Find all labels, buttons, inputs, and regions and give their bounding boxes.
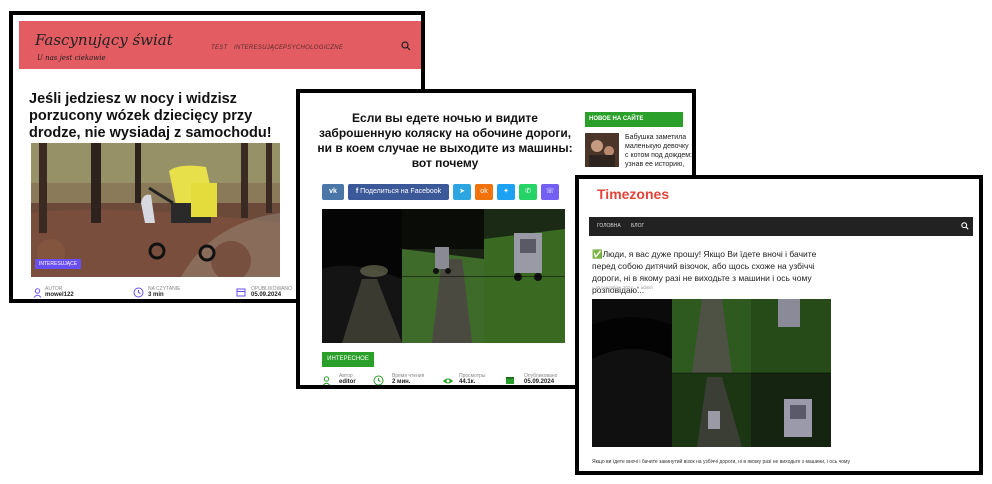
- facebook-share-label: Поделиться на Facebook: [360, 188, 442, 195]
- nav-item-home[interactable]: ГОЛОВНА: [597, 223, 621, 229]
- article-video-collage[interactable]: [322, 209, 565, 343]
- meta-value: 3 min: [148, 292, 164, 298]
- meta-published: Опубликовано 05.09.2024: [524, 373, 557, 385]
- category-badge[interactable]: INTERESUJĄCE: [35, 259, 82, 269]
- sidebar-thumbnail[interactable]: [585, 133, 619, 167]
- site-title[interactable]: Fascynujący świat: [35, 31, 173, 49]
- meta-value: editor: [339, 379, 356, 385]
- meta-views: Просмотры 44.1к.: [459, 373, 485, 385]
- meta-reading-time: Время чтения 2 мин.: [392, 373, 424, 385]
- clock-icon: [133, 287, 144, 298]
- viber-share-button[interactable]: ☏: [541, 184, 559, 200]
- meta-published: OPUBLIKOWANO 05.09.2024: [251, 286, 292, 298]
- meta-value: 05.09.2024: [524, 379, 555, 385]
- meta-value: 05.09.2024: [251, 292, 282, 298]
- site-brand[interactable]: Timezones: [597, 186, 669, 202]
- user-icon: [322, 376, 331, 385]
- sidebar-heading: НОВОЕ НА САЙТЕ: [585, 112, 683, 127]
- meta-value: 2 мин.: [392, 379, 411, 385]
- site-header: Fascynujący świat U nas jest ciekawie TE…: [19, 21, 421, 69]
- facebook-share-button[interactable]: f Поделиться на Facebook: [348, 184, 449, 200]
- odnoklassniki-share-button[interactable]: ok: [475, 184, 493, 200]
- article-video-collage[interactable]: [592, 299, 831, 447]
- meta-author: AUTOR mowel122: [45, 286, 74, 298]
- odnoklassniki-icon: ok: [480, 188, 488, 195]
- facebook-icon: f: [355, 188, 359, 195]
- article-headline[interactable]: Jeśli jedziesz w nocy i widzisz porzucon…: [29, 91, 291, 142]
- site-tagline: U nas jest ciekawie: [37, 54, 106, 62]
- user-icon: [33, 288, 42, 298]
- nav-item-blog[interactable]: БЛОГ: [631, 223, 644, 229]
- twitter-icon: ✦: [503, 188, 509, 195]
- whatsapp-share-button[interactable]: ✆: [519, 184, 537, 200]
- nav-item-psychologiczne[interactable]: PSYCHOLOGICZNE: [283, 45, 343, 51]
- top-navbar: ГОЛОВНА БЛОГ: [589, 217, 973, 236]
- sidebar-item-link[interactable]: Бабушка заметила маленькую девочку с кот…: [625, 133, 692, 169]
- calendar-icon: [236, 288, 246, 297]
- ukrainian-article-card: Timezones ГОЛОВНА БЛОГ ✅Люди, я вас дуже…: [575, 175, 983, 475]
- telegram-share-button[interactable]: ➤: [453, 184, 471, 200]
- article-image[interactable]: [31, 143, 280, 277]
- twitter-share-button[interactable]: ✦: [497, 184, 515, 200]
- nav-item-test[interactable]: TEST: [211, 45, 228, 51]
- eye-icon: [443, 378, 453, 384]
- vk-icon: vk: [329, 188, 337, 195]
- nav-item-interesujace[interactable]: INTERESUJĄCE: [234, 45, 283, 51]
- meta-value: 44.1к.: [459, 379, 476, 385]
- search-icon[interactable]: [961, 222, 969, 230]
- meta-author: Автор editor: [339, 373, 356, 385]
- category-button[interactable]: ИНТЕРЕСНОЕ: [322, 352, 374, 367]
- telegram-icon: ➤: [459, 188, 465, 195]
- calendar-icon: ▫: [592, 285, 594, 290]
- article-headline[interactable]: Если вы едете ночью и видите заброшенную…: [316, 111, 574, 171]
- article-submeta: ▫ 10 сентября, 2024 ● admin: [592, 285, 653, 290]
- search-icon[interactable]: [401, 41, 411, 51]
- clock-icon: [373, 375, 384, 385]
- viber-icon: ☏: [545, 188, 555, 195]
- meta-value: mowel122: [45, 292, 74, 298]
- calendar-icon: [506, 377, 514, 384]
- article-author[interactable]: admin: [641, 285, 653, 290]
- video-caption: Якщо ви їдете вночі і бачите закинутий в…: [592, 459, 850, 465]
- vk-share-button[interactable]: vk: [322, 184, 344, 200]
- whatsapp-icon: ✆: [525, 188, 531, 195]
- meta-reading-time: NA CZYTANIE 3 min: [148, 286, 180, 298]
- article-date: 10 сентября, 2024: [594, 285, 633, 290]
- user-icon: ●: [636, 285, 640, 290]
